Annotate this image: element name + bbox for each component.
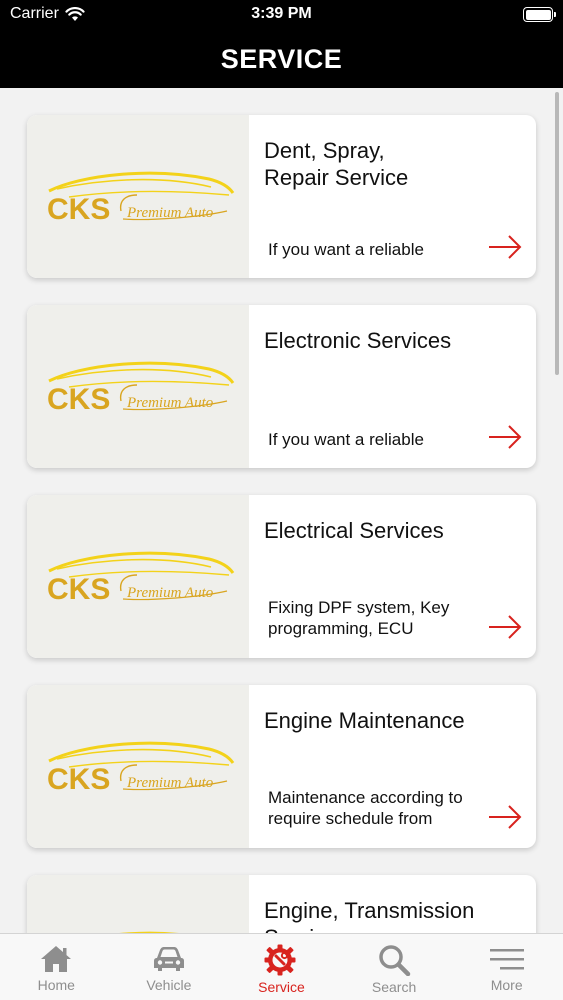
service-gear-icon: [264, 944, 296, 976]
cks-logo-icon: CKS Premium Auto: [47, 551, 235, 606]
logo-tagline-text: Premium Auto: [126, 395, 214, 411]
menu-icon: [489, 949, 524, 970]
logo-tagline-text: Premium Auto: [126, 775, 214, 791]
tab-search[interactable]: Search: [338, 934, 451, 1000]
service-card-electronic[interactable]: CKS Premium Auto Electronic Services If …: [27, 305, 536, 468]
card-description: Maintenance according to require schedul…: [268, 788, 463, 828]
service-list[interactable]: CKS Premium Auto Dent, Spray, Repair Ser…: [0, 88, 563, 933]
cks-logo-icon: CKS Premium Auto: [47, 171, 235, 226]
tab-service[interactable]: Service: [225, 934, 338, 1000]
tab-label: Home: [37, 977, 75, 993]
logo-tagline-text: Premium Auto: [126, 585, 214, 601]
arrow-right-icon[interactable]: [488, 805, 522, 829]
arrow-right-icon[interactable]: [488, 425, 522, 449]
card-logo-panel: CKS Premium Auto: [27, 875, 249, 933]
logo-tagline-text: Premium Auto: [126, 205, 214, 221]
logo-brand-text: CKS: [47, 763, 110, 796]
page-title: SERVICE: [220, 43, 343, 74]
tab-more[interactable]: More: [450, 934, 563, 1000]
status-bar: Carrier 3:39 PM: [0, 0, 563, 30]
search-icon: [379, 945, 411, 976]
service-card-dent-spray-repair[interactable]: CKS Premium Auto Dent, Spray, Repair Ser…: [27, 115, 536, 278]
arrow-right-icon[interactable]: [488, 615, 522, 639]
home-icon: [41, 946, 72, 972]
card-logo-panel: CKS Premium Auto: [27, 115, 249, 278]
logo-brand-text: CKS: [47, 383, 110, 416]
logo-brand-text: CKS: [47, 573, 110, 606]
service-card-engine-transmission[interactable]: CKS Premium Auto Engine, Transmission Se…: [27, 875, 536, 933]
tab-label: Vehicle: [146, 977, 192, 993]
card-logo-panel: CKS Premium Auto: [27, 305, 249, 468]
card-title: Dent, Spray, Repair Service: [264, 138, 409, 190]
card-title: Electrical Services: [264, 518, 444, 543]
scrollbar[interactable]: [555, 92, 559, 375]
service-card-engine-maintenance[interactable]: CKS Premium Auto Engine Maintenance Main…: [27, 685, 536, 848]
tab-vehicle[interactable]: Vehicle: [113, 934, 226, 1000]
arrow-right-icon[interactable]: [488, 235, 522, 259]
tab-bar: Home Vehicle Service Search More: [0, 933, 563, 1000]
cks-logo-icon: CKS Premium Auto: [47, 361, 235, 416]
tab-home[interactable]: Home: [0, 934, 113, 1000]
logo-brand-text: CKS: [47, 193, 110, 226]
tab-label: More: [490, 977, 523, 993]
car-icon: [153, 947, 184, 971]
cks-logo-icon: CKS Premium Auto: [47, 741, 235, 796]
battery-icon: [523, 7, 556, 22]
card-title: Engine Maintenance: [264, 708, 465, 733]
card-title: Engine, Transmission Services: [264, 898, 475, 933]
navigation-bar: SERVICE: [0, 30, 563, 88]
card-logo-panel: CKS Premium Auto: [27, 495, 249, 658]
card-title: Electronic Services: [264, 328, 452, 353]
card-description: If you want a reliable: [268, 430, 424, 449]
status-time: 3:39 PM: [251, 5, 312, 22]
service-card-electrical[interactable]: CKS Premium Auto Electrical Services Fix…: [27, 495, 536, 658]
card-logo-panel: CKS Premium Auto: [27, 685, 249, 848]
tab-label: Service: [258, 979, 305, 995]
tab-label: Search: [371, 979, 417, 995]
card-description: If you want a reliable: [268, 240, 424, 259]
card-description: Fixing DPF system, Key programming, ECU: [268, 598, 450, 638]
